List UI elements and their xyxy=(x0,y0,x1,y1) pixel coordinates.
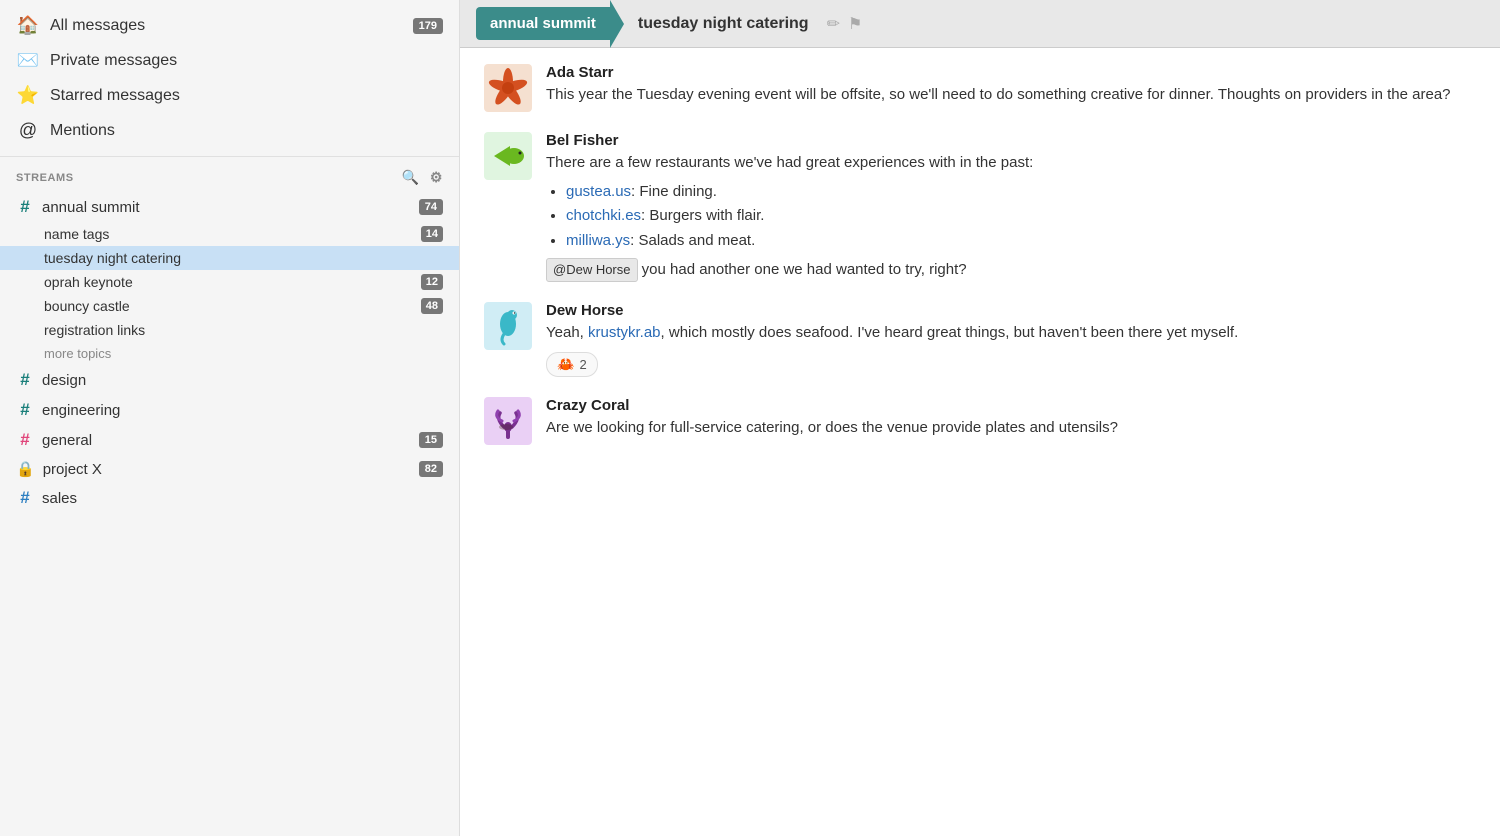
message-sender: Crazy Coral xyxy=(546,397,1476,414)
topic-registration-links[interactable]: registration links xyxy=(0,318,459,342)
stream-label: sales xyxy=(42,490,77,507)
krustykr-link[interactable]: krustykr.ab xyxy=(588,324,661,341)
reaction-button[interactable]: 🦀 2 xyxy=(546,352,598,377)
topic-label: name tags xyxy=(44,226,109,242)
message-body: Bel Fisher There are a few restaurants w… xyxy=(546,132,1476,282)
topic-badge: 48 xyxy=(421,298,443,314)
all-messages-badge: 179 xyxy=(413,18,443,34)
message-body: Dew Horse Yeah, krustykr.ab, which mostl… xyxy=(546,302,1476,378)
stream-badge: 82 xyxy=(419,461,443,477)
header-icons: ✏ ⚑ xyxy=(827,14,863,34)
message-text: Yeah, krustykr.ab, which mostly does sea… xyxy=(546,322,1476,345)
topic-name-tags[interactable]: name tags 14 xyxy=(0,222,459,246)
home-icon: 🏠 xyxy=(16,15,40,36)
messages-list: Ada Starr This year the Tuesday evening … xyxy=(460,48,1500,836)
mail-icon: ✉️ xyxy=(16,50,40,71)
starred-messages-label: Starred messages xyxy=(50,87,180,105)
stream-label: project X xyxy=(43,461,102,478)
topic-tuesday-night-catering[interactable]: tuesday night catering xyxy=(0,246,459,270)
message-body: Ada Starr This year the Tuesday evening … xyxy=(546,64,1476,107)
at-icon: @ xyxy=(16,120,40,141)
stream-badge: 15 xyxy=(419,432,443,448)
message-row: Crazy Coral Are we looking for full-serv… xyxy=(484,397,1476,445)
mentions-label: Mentions xyxy=(50,122,115,140)
avatar xyxy=(484,302,532,350)
streams-header: STREAMS 🔍 ⚙ xyxy=(0,157,459,192)
mentions-nav[interactable]: @ Mentions xyxy=(0,113,459,148)
message-text: This year the Tuesday evening event will… xyxy=(546,84,1476,107)
all-messages-nav[interactable]: 🏠 All messages 179 xyxy=(0,8,459,43)
topic-badge: 14 xyxy=(421,226,443,242)
stream-annual-summit[interactable]: # annual summit 74 xyxy=(0,192,459,222)
avatar xyxy=(484,64,532,112)
message-row: Bel Fisher There are a few restaurants w… xyxy=(484,132,1476,282)
stream-label: design xyxy=(42,372,86,389)
message-row: Dew Horse Yeah, krustykr.ab, which mostl… xyxy=(484,302,1476,378)
stream-label: annual summit xyxy=(42,199,140,216)
private-messages-nav[interactable]: ✉️ Private messages xyxy=(0,43,459,78)
stream-design[interactable]: # design xyxy=(0,365,459,395)
message-sender: Dew Horse xyxy=(546,302,1476,319)
all-messages-label: All messages xyxy=(50,17,145,35)
stream-hash-icon: # xyxy=(16,400,34,420)
stream-general[interactable]: # general 15 xyxy=(0,425,459,455)
private-messages-label: Private messages xyxy=(50,52,177,70)
stream-engineering[interactable]: # engineering xyxy=(0,395,459,425)
topic-label: bouncy castle xyxy=(44,298,130,314)
mention-tag[interactable]: @Dew Horse xyxy=(546,258,638,282)
avatar xyxy=(484,132,532,180)
starred-messages-nav[interactable]: ⭐ Starred messages xyxy=(0,78,459,113)
topic-bouncy-castle[interactable]: bouncy castle 48 xyxy=(0,294,459,318)
avatar xyxy=(484,397,532,445)
stream-label: general xyxy=(42,432,92,449)
lock-icon: 🔒 xyxy=(16,460,35,478)
restaurant-link-2[interactable]: chotchki.es xyxy=(566,207,641,224)
stream-hash-icon: # xyxy=(16,197,34,217)
stream-hash-icon: # xyxy=(16,488,34,508)
header-topic: tuesday night catering xyxy=(624,7,823,41)
reaction-count: 2 xyxy=(579,357,586,372)
sidebar: 🏠 All messages 179 ✉️ Private messages ⭐… xyxy=(0,0,460,836)
stream-hash-icon: # xyxy=(16,370,34,390)
header-chevron-icon xyxy=(610,0,624,48)
streams-actions: 🔍 ⚙ xyxy=(402,169,443,186)
stream-badge: 74 xyxy=(419,199,443,215)
edit-icon[interactable]: ✏ xyxy=(827,14,840,34)
topic-label: oprah keynote xyxy=(44,274,133,290)
message-sender: Bel Fisher xyxy=(546,132,1476,149)
topic-label: tuesday night catering xyxy=(44,250,181,266)
topic-badge: 12 xyxy=(421,274,443,290)
stream-label: engineering xyxy=(42,402,120,419)
more-topics-link[interactable]: more topics xyxy=(0,342,459,365)
stream-sales[interactable]: # sales xyxy=(0,483,459,513)
message-body: Crazy Coral Are we looking for full-serv… xyxy=(546,397,1476,440)
reaction-emoji: 🦀 xyxy=(557,356,574,373)
header-stream[interactable]: annual summit xyxy=(476,7,610,40)
message-row: Ada Starr This year the Tuesday evening … xyxy=(484,64,1476,112)
restaurant-link-1[interactable]: gustea.us xyxy=(566,183,631,200)
top-nav: 🏠 All messages 179 ✉️ Private messages ⭐… xyxy=(0,0,459,157)
stream-hash-icon: # xyxy=(16,430,34,450)
chat-header: annual summit tuesday night catering ✏ ⚑ xyxy=(460,0,1500,48)
message-text: There are a few restaurants we've had gr… xyxy=(546,152,1476,282)
message-text: Are we looking for full-service catering… xyxy=(546,417,1476,440)
topic-label: registration links xyxy=(44,322,145,338)
search-streams-icon[interactable]: 🔍 xyxy=(402,169,420,186)
topic-oprah-keynote[interactable]: oprah keynote 12 xyxy=(0,270,459,294)
settings-streams-icon[interactable]: ⚙ xyxy=(430,169,443,186)
message-sender: Ada Starr xyxy=(546,64,1476,81)
flag-icon[interactable]: ⚑ xyxy=(848,14,862,34)
main-content: annual summit tuesday night catering ✏ ⚑ xyxy=(460,0,1500,836)
star-icon: ⭐ xyxy=(16,85,40,106)
restaurant-link-3[interactable]: milliwa.ys xyxy=(566,232,630,249)
stream-project-x[interactable]: 🔒 project X 82 xyxy=(0,455,459,483)
restaurant-list: gustea.us: Fine dining. chotchki.es: Bur… xyxy=(566,181,1476,253)
